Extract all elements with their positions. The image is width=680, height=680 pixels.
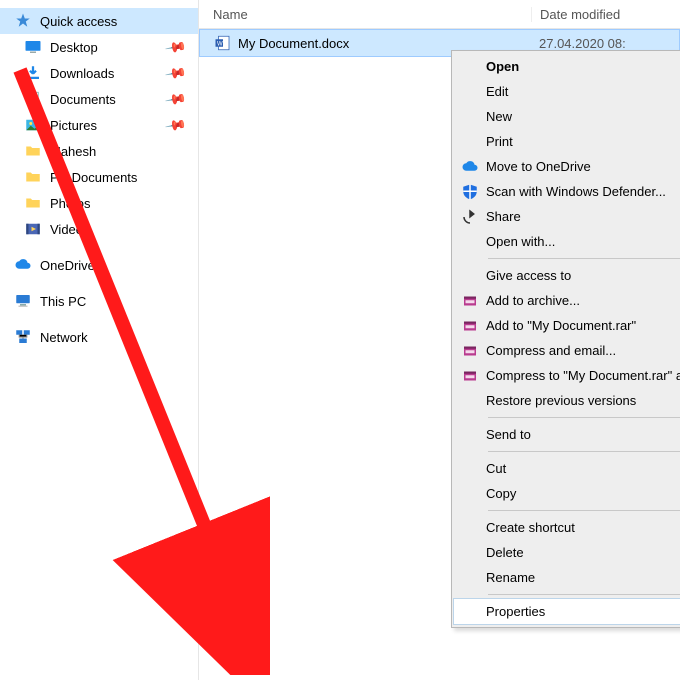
sidebar-item-label: Downloads [50, 66, 114, 81]
column-name[interactable]: Name [213, 7, 531, 22]
videos-icon [24, 220, 42, 238]
document-icon [24, 90, 42, 108]
file-list-panel: Name Date modified W My Document.docx 27… [199, 0, 680, 680]
menu-create-shortcut[interactable]: Create shortcut [454, 515, 680, 540]
menu-compress-rar-email[interactable]: Compress to "My Document.rar" and email [454, 363, 680, 388]
onedrive-icon [460, 157, 480, 177]
winrar-icon [460, 341, 480, 361]
sidebar-item-label: Videos [50, 222, 90, 237]
winrar-icon [460, 316, 480, 336]
menu-separator [488, 510, 680, 511]
winrar-icon [460, 291, 480, 311]
folder-icon [24, 168, 42, 186]
menu-delete[interactable]: Delete [454, 540, 680, 565]
menu-separator [488, 417, 680, 418]
sidebar-item-downloads[interactable]: Downloads 📌 [0, 60, 198, 86]
menu-edit[interactable]: Edit [454, 79, 680, 104]
column-date-modified[interactable]: Date modified [531, 7, 680, 22]
sidebar-item-label: Network [40, 330, 88, 345]
menu-properties[interactable]: Properties [453, 598, 680, 625]
pin-icon: 📌 [163, 114, 187, 138]
sidebar-item-label: Pictures [50, 118, 97, 133]
sidebar-item-photos[interactable]: Photos [0, 190, 198, 216]
menu-cut[interactable]: Cut [454, 456, 680, 481]
menu-new[interactable]: New [454, 104, 680, 129]
share-icon [460, 207, 480, 227]
pin-icon: 📌 [163, 88, 187, 112]
sidebar-quick-access[interactable]: Quick access [0, 8, 198, 34]
pin-icon: 📌 [163, 62, 187, 86]
menu-print[interactable]: Print [454, 129, 680, 154]
menu-add-to-rar[interactable]: Add to "My Document.rar" [454, 313, 680, 338]
sidebar-onedrive[interactable]: OneDrive [0, 252, 198, 278]
download-icon [24, 64, 42, 82]
column-header: Name Date modified [199, 0, 680, 29]
menu-rename[interactable]: Rename [454, 565, 680, 590]
menu-separator [488, 451, 680, 452]
context-menu: Open Edit New Print Move to OneDrive Sca… [451, 50, 680, 628]
menu-separator [488, 594, 680, 595]
menu-give-access-to[interactable]: Give access to › [454, 263, 680, 288]
sidebar-item-label: OneDrive [40, 258, 95, 273]
pictures-icon [24, 116, 42, 134]
sidebar-thispc[interactable]: This PC [0, 288, 198, 314]
star-icon [14, 12, 32, 30]
sidebar-item-documents[interactable]: Documents 📌 [0, 86, 198, 112]
network-icon [14, 328, 32, 346]
menu-open-with[interactable]: Open with... [454, 229, 680, 254]
desktop-icon [24, 38, 42, 56]
sidebar-item-label: PC Documents [50, 170, 137, 185]
sidebar-item-pictures[interactable]: Pictures 📌 [0, 112, 198, 138]
menu-open[interactable]: Open [454, 54, 680, 79]
menu-move-to-onedrive[interactable]: Move to OneDrive [454, 154, 680, 179]
sidebar-item-label: Photos [50, 196, 90, 211]
svg-text:W: W [217, 41, 223, 47]
file-date: 27.04.2020 08: [531, 36, 679, 51]
pin-icon: 📌 [163, 36, 187, 60]
menu-compress-email[interactable]: Compress and email... [454, 338, 680, 363]
sidebar-item-label: Quick access [40, 14, 117, 29]
menu-copy[interactable]: Copy [454, 481, 680, 506]
sidebar-item-label: Desktop [50, 40, 98, 55]
winrar-icon [460, 366, 480, 386]
sidebar-item-videos[interactable]: Videos [0, 216, 198, 242]
sidebar-network[interactable]: Network [0, 324, 198, 350]
sidebar-item-label: Documents [50, 92, 116, 107]
menu-add-to-archive[interactable]: Add to archive... [454, 288, 680, 313]
sidebar-item-mahesh[interactable]: Mahesh [0, 138, 198, 164]
sidebar-item-pcdocuments[interactable]: PC Documents [0, 164, 198, 190]
menu-share[interactable]: Share [454, 204, 680, 229]
sidebar-item-label: Mahesh [50, 144, 96, 159]
sidebar-item-desktop[interactable]: Desktop 📌 [0, 34, 198, 60]
onedrive-icon [14, 256, 32, 274]
folder-icon [24, 142, 42, 160]
folder-icon [24, 194, 42, 212]
defender-shield-icon [460, 182, 480, 202]
sidebar-item-label: This PC [40, 294, 86, 309]
menu-scan-defender[interactable]: Scan with Windows Defender... [454, 179, 680, 204]
nav-sidebar: Quick access Desktop 📌 Downloads 📌 Docum… [0, 0, 199, 680]
menu-send-to[interactable]: Send to › [454, 422, 680, 447]
word-file-icon: W [214, 34, 232, 52]
menu-separator [488, 258, 680, 259]
thispc-icon [14, 292, 32, 310]
file-name: My Document.docx [238, 36, 531, 51]
menu-restore-versions[interactable]: Restore previous versions [454, 388, 680, 413]
